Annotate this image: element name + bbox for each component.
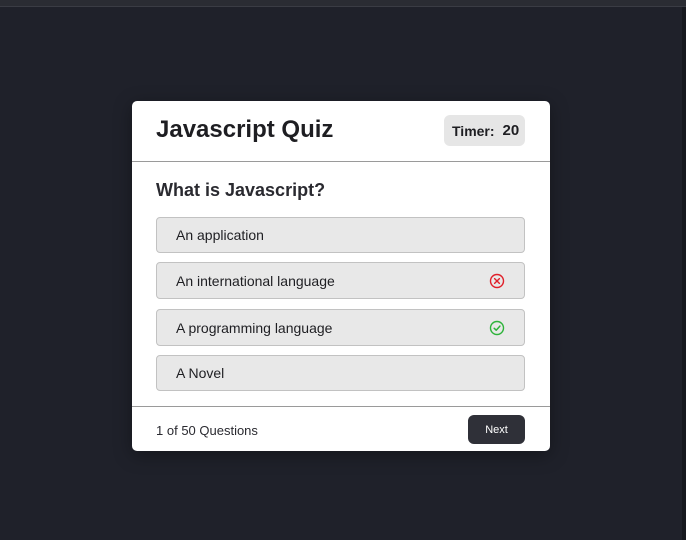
current-question-number: 1: [156, 423, 164, 438]
timer-label: Timer:: [452, 122, 495, 139]
answer-option-3[interactable]: A programming language: [156, 309, 525, 346]
quiz-title: Javascript Quiz: [156, 116, 334, 143]
quiz-footer: 1 of 50 Questions Next: [132, 406, 550, 451]
quiz-card: Javascript Quiz Timer: 20 What is Javasc…: [132, 101, 550, 451]
answer-option-label: A programming language: [176, 319, 333, 336]
quiz-header: Javascript Quiz Timer: 20: [132, 101, 550, 162]
window-edge: [682, 7, 686, 540]
answer-option-label: An application: [176, 227, 264, 243]
question-progress: 1 of 50 Questions: [156, 423, 258, 438]
next-button[interactable]: Next: [468, 415, 525, 444]
question-text: What is Javascript?: [156, 180, 326, 200]
browser-top-bar: [0, 0, 686, 7]
timer-value: 20: [502, 122, 520, 139]
total-questions-text: of 50 Questions: [166, 423, 258, 438]
check-circle-icon: [489, 320, 505, 335]
answer-option-1[interactable]: An application: [156, 217, 525, 253]
answer-option-4[interactable]: A Novel: [156, 355, 525, 391]
answer-option-2[interactable]: An international language: [156, 262, 525, 299]
timer-badge: Timer: 20: [444, 115, 525, 146]
answer-option-label: An international language: [176, 272, 335, 289]
x-circle-icon: [489, 273, 505, 288]
answer-option-label: A Novel: [176, 365, 225, 381]
